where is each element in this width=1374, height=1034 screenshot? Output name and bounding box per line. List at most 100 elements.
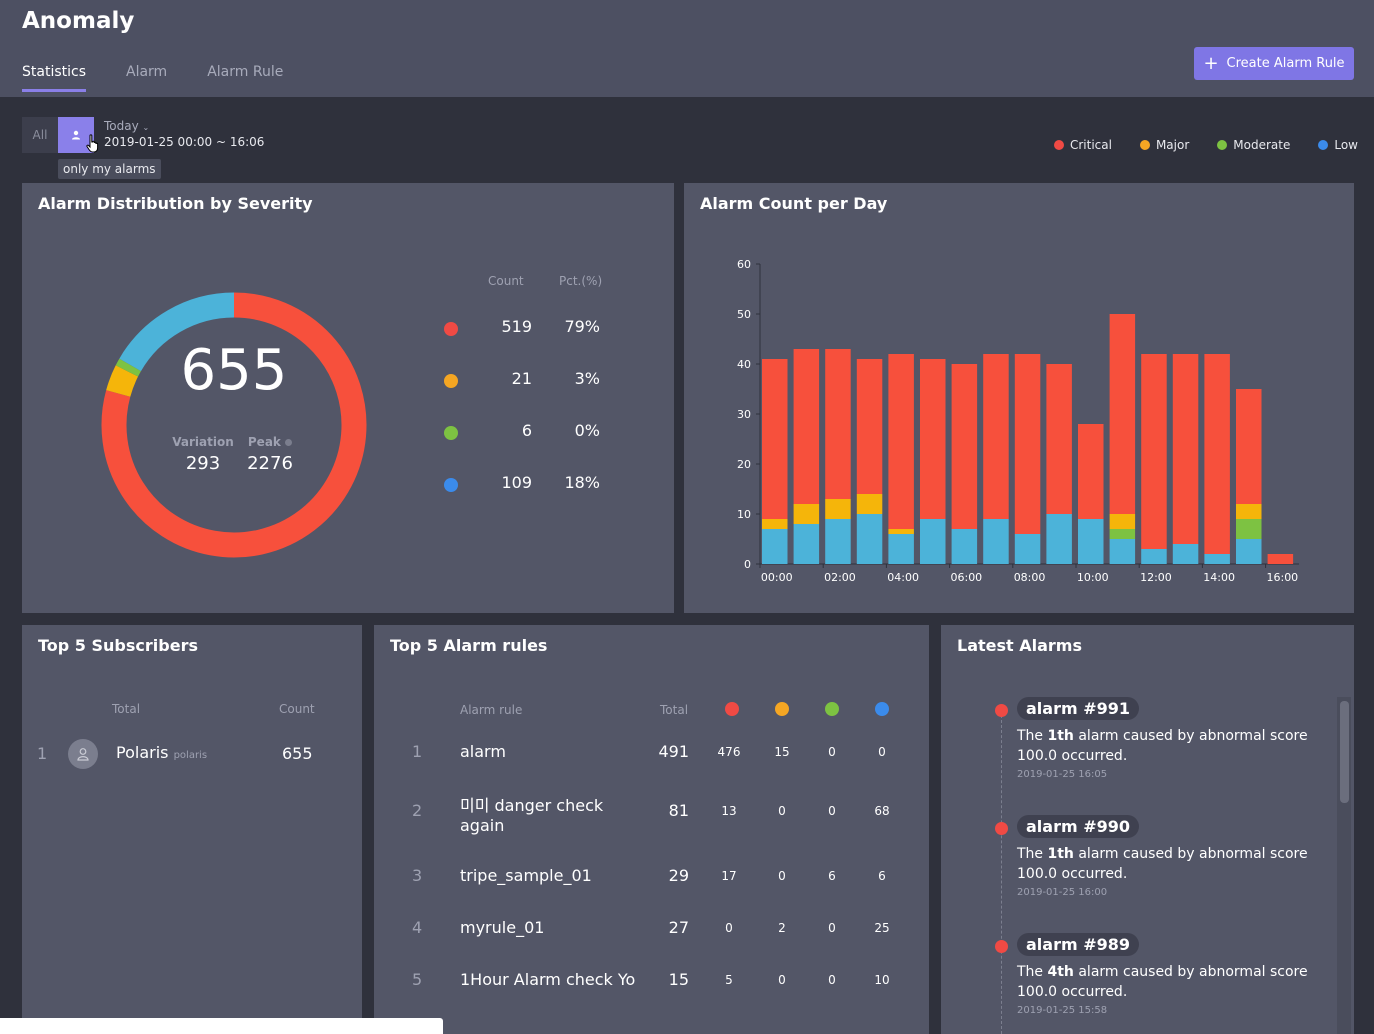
alarm-rule-name: alarm [460,742,506,761]
bar-segment-low [1172,544,1199,564]
major-dot-icon [1139,140,1150,150]
y-tick-label: 10 [737,508,751,521]
x-tick-label: 12:00 [1140,571,1172,584]
user-icon [72,130,80,140]
plus-icon: + [1203,52,1219,74]
alarm-list-item[interactable]: alarm #990 The 1th alarm caused by abnorm… [1017,815,1317,898]
alarm-rule-rank: 4 [412,918,423,937]
bar-segment-critical [1014,354,1041,534]
severity-row-major: 21 3% [442,369,612,389]
critical-count: 0 [725,921,733,935]
alarm-rule-row[interactable]: 3 tripe_sample_01 29 17 0 6 6 [374,865,929,905]
moderate-dot-icon [1217,140,1228,150]
latest-alarms-panel: Latest Alarms alarm #991 The 1th alarm ca… [941,625,1354,1034]
moderate-count: 0 [828,804,836,818]
date-range-selector[interactable]: Today ⌄ 2019-01-25 00:00 ~ 16:06 [104,119,264,149]
low-dot-icon [1318,140,1329,150]
tooltip: only my alarms [58,159,161,179]
alarm-critical-dot-icon [995,940,1008,953]
bar-segment-critical [983,354,1009,519]
create-alarm-rule-button[interactable]: + Create Alarm Rule [1194,47,1354,80]
avatar [68,739,98,769]
y-tick-label: 20 [737,458,751,471]
header: Anomaly Statistics Alarm Alarm Rule + Cr… [0,0,1374,97]
bar-segment-major [1236,504,1262,519]
alarm-rule-row[interactable]: 1 alarm 491 476 15 0 0 [374,741,929,781]
bar-segment-low [920,519,946,564]
subscriber-name: Polaris polaris [116,743,207,762]
alarm-timestamp: 2019-01-25 15:58 [1017,1005,1108,1016]
tab-alarm[interactable]: Alarm [126,64,167,92]
severity-row-moderate: 6 0% [442,421,612,441]
severity-legend: Critical Major Moderate Low [1053,138,1358,152]
subscriber-row[interactable]: 1 Polaris polaris 655 [22,737,362,773]
severity-donut-chart [101,292,367,558]
alarm-rule-rank: 3 [412,866,423,885]
tab-statistics[interactable]: Statistics [22,64,86,92]
bar-segment-low [825,519,851,564]
severity-count: 21 [511,369,532,388]
y-tick-label: 40 [737,358,751,371]
alarm-timestamp: 2019-01-25 16:05 [1017,769,1108,780]
legend-low: Low [1318,138,1358,152]
bar-segment-low [1109,539,1136,564]
alarm-rule-name: tripe_sample_01 [460,866,592,885]
all-alarms-toggle[interactable]: All [22,117,58,153]
alarm-ordinal: 1th [1047,728,1074,744]
alarm-list-item[interactable]: alarm #989 The 4th alarm caused by abnorm… [1017,933,1317,1016]
alarm-rule-name: 1Hour Alarm check Yo [460,970,636,989]
major-count: 2 [778,921,786,935]
subscribers-count-header: Count [279,702,315,716]
subscribers-panel: Top 5 Subscribers Total Count 1 Polaris … [22,625,362,1034]
x-tick-label: 00:00 [761,571,793,584]
alarm-badge: alarm #989 [1017,933,1140,956]
bar-segment-critical [1109,314,1136,514]
low-count: 10 [874,973,890,987]
bar-segment-moderate [1236,519,1262,539]
alarm-rule-rank: 2 [412,801,423,820]
variation-value: 293 [185,453,221,474]
peak-value: 2276 [247,453,293,474]
legend-critical: Critical [1053,138,1112,152]
scrollbar-thumb[interactable] [1340,701,1349,803]
tab-alarm-rule[interactable]: Alarm Rule [207,64,283,92]
x-tick-label: 08:00 [1014,571,1046,584]
bar-segment-critical [1078,424,1104,519]
critical-count: 13 [721,804,737,818]
critical-count: 476 [717,745,741,759]
alarm-rule-row[interactable]: 4 myrule_01 27 0 2 0 25 [374,917,929,957]
alarm-rule-row[interactable]: 2 미미 danger check again 81 13 0 0 68 [374,796,929,840]
alarm-rule-row[interactable]: 5 1Hour Alarm check Yo 15 5 0 0 10 [374,969,929,1009]
alarm-rule-rank: 1 [412,742,423,761]
scrollbar-track[interactable] [1337,697,1351,1034]
info-icon [285,439,293,446]
bar-segment-major [762,519,788,529]
alarm-badge: alarm #990 [1017,815,1140,838]
alarm-rule-total: 81 [668,801,689,820]
bar-segment-major [888,529,914,534]
legend-label: Major [1155,138,1190,152]
low-dot-icon [444,478,458,492]
bar-segment-low [762,529,788,564]
bar-segment-critical [1141,354,1167,549]
alarm-rule-name: 미미 danger check again [460,796,604,835]
alarm-rule-total: 29 [668,866,689,885]
critical-dot-icon [725,702,739,716]
severity-pct: 18% [564,473,600,492]
alarm-ordinal: 1th [1047,846,1074,862]
low-count: 68 [874,804,890,818]
count-column-header: Count [488,274,524,288]
text-input[interactable] [0,1018,443,1034]
major-count: 0 [778,804,786,818]
alarm-ordinal: 4th [1047,964,1074,980]
user-icon [77,748,89,761]
x-tick-label: 02:00 [824,571,856,584]
moderate-dot-icon [444,426,458,440]
latest-alarms-panel-title: Latest Alarms [957,636,1082,655]
pct-column-header: Pct.(%) [559,274,603,288]
low-count: 0 [878,745,886,759]
x-tick-label: 10:00 [1077,571,1109,584]
alarm-list-item[interactable]: alarm #991 The 1th alarm caused by abnorm… [1017,697,1317,780]
severity-panel: Alarm Distribution by Severity 655 Varia… [22,183,674,613]
subscriber-count: 655 [282,744,313,763]
